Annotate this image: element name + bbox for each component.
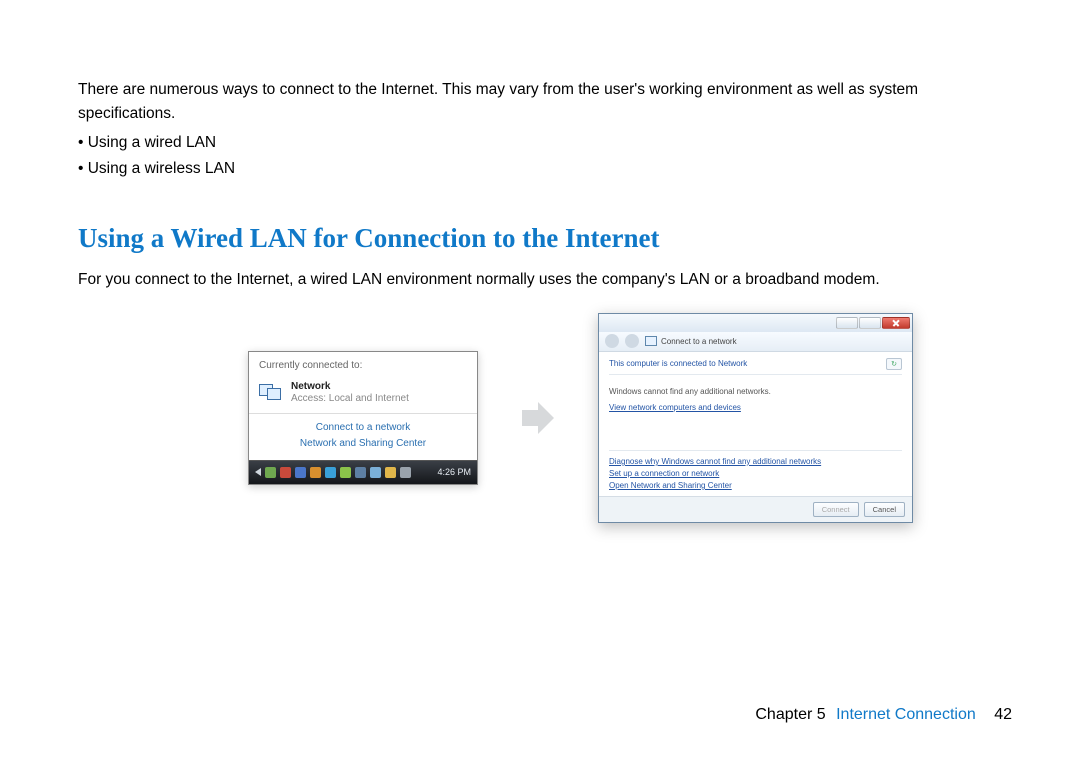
section-paragraph: For you connect to the Internet, a wired…	[78, 268, 1010, 291]
dialog-button-row: Connect Cancel	[599, 496, 912, 522]
footer-title: Internet Connection	[836, 706, 976, 723]
tray-icon[interactable]	[310, 467, 321, 478]
tray-clock: 4:26 PM	[433, 467, 471, 477]
flyout-header: Currently connected to:	[249, 352, 477, 377]
link-sharing-center[interactable]: Network and Sharing Center	[249, 436, 477, 452]
bullet-list: Using a wired LAN Using a wireless LAN	[78, 130, 1010, 183]
address-bar: Connect to a network	[599, 332, 912, 352]
network-icon	[259, 382, 285, 404]
window-title: Connect to a network	[645, 336, 737, 346]
tray-arrow-icon	[255, 468, 261, 476]
message-text: Windows cannot find any additional netwo…	[609, 387, 902, 396]
arrow-right-icon	[478, 398, 598, 438]
bullet-item: Using a wired LAN	[78, 130, 1010, 156]
link-diagnose[interactable]: Diagnose why Windows cannot find any add…	[609, 456, 902, 468]
link-open-center[interactable]: Open Network and Sharing Center	[609, 480, 902, 492]
tray-icon[interactable]	[370, 467, 381, 478]
tray-icon[interactable]	[385, 467, 396, 478]
bullet-item: Using a wireless LAN	[78, 156, 1010, 182]
link-setup[interactable]: Set up a connection or network	[609, 468, 902, 480]
link-connect-network[interactable]: Connect to a network	[249, 420, 477, 436]
section-heading: Using a Wired LAN for Connection to the …	[78, 223, 1010, 254]
dialog-body: This computer is connected to Network ↻ …	[599, 352, 912, 496]
tray-icon[interactable]	[325, 467, 336, 478]
footer-page-number: 42	[994, 706, 1012, 723]
network-flyout: Currently connected to: Network Access: …	[248, 351, 478, 485]
footer-chapter: Chapter 5	[755, 706, 825, 723]
tray-icon[interactable]	[400, 467, 411, 478]
tray-icon[interactable]	[340, 467, 351, 478]
tray-icon[interactable]	[265, 467, 276, 478]
document-page: There are numerous ways to connect to th…	[0, 0, 1080, 760]
connect-button[interactable]: Connect	[813, 502, 859, 517]
tray-icon[interactable]	[355, 467, 366, 478]
figure-row: Currently connected to: Network Access: …	[78, 313, 1010, 523]
close-button[interactable]	[882, 317, 910, 329]
flyout-network-row: Network Access: Local and Internet	[249, 377, 477, 413]
page-footer: Chapter 5 Internet Connection 42	[755, 706, 1012, 724]
cancel-button[interactable]: Cancel	[864, 502, 905, 517]
status-row: This computer is connected to Network ↻	[609, 358, 902, 375]
network-access-label: Access:	[291, 393, 326, 404]
flyout-links: Connect to a network Network and Sharing…	[249, 413, 477, 460]
bottom-links: Diagnose why Windows cannot find any add…	[609, 450, 902, 492]
refresh-button[interactable]: ↻	[886, 358, 902, 370]
link-view-devices[interactable]: View network computers and devices	[609, 402, 902, 414]
intro-paragraph: There are numerous ways to connect to th…	[78, 78, 1010, 126]
status-text: This computer is connected to Network	[609, 359, 747, 368]
connect-dialog: Connect to a network This computer is co…	[598, 313, 913, 523]
system-tray: 4:26 PM	[249, 460, 477, 484]
network-name: Network	[291, 381, 330, 392]
window-icon	[645, 336, 657, 346]
minimize-button[interactable]	[836, 317, 858, 329]
tray-icon[interactable]	[295, 467, 306, 478]
tray-icon[interactable]	[280, 467, 291, 478]
titlebar	[599, 314, 912, 332]
network-access-value: Local and Internet	[329, 393, 409, 404]
nav-forward-icon[interactable]	[625, 334, 639, 348]
window-title-text: Connect to a network	[661, 337, 737, 346]
nav-back-icon[interactable]	[605, 334, 619, 348]
maximize-button[interactable]	[859, 317, 881, 329]
network-text: Network Access: Local and Internet	[291, 381, 409, 405]
